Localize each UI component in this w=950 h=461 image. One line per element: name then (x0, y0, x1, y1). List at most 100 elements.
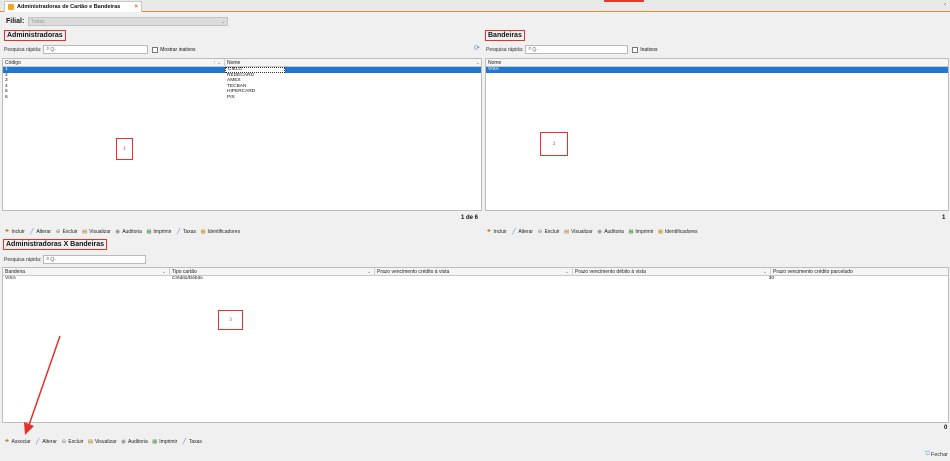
close-button-label: Fechar (930, 451, 948, 458)
visualizar-button[interactable]: ▤ Visualizar (87, 438, 117, 445)
admin-inactive-label: Mostrar inativos (160, 46, 196, 53)
chevron-down-icon: ⌄ (161, 269, 166, 275)
bandeiras-rows: VISA (486, 67, 948, 73)
chevron-left-icon[interactable]: ‹ (944, 2, 946, 8)
admin-toolbar: 🞧 Incluir ╱ Alterar ⊖ Excluir ▤ Visualizar ◉ Audi… (4, 227, 244, 236)
search-icon: ⌕ (528, 46, 532, 52)
chevron-down-icon: ⌄ (366, 269, 371, 275)
toolbar-button-label: Taxas (188, 438, 202, 445)
ab-col-bandeira[interactable]: Bandeira ⌄ (3, 268, 170, 276)
cell-nome: PIX (227, 94, 235, 100)
identificadores-button[interactable]: ▦ Identificadores (657, 228, 698, 235)
chevron-down-icon: ⌄ (475, 60, 480, 66)
close-icon[interactable]: × (134, 4, 138, 10)
delete-icon: ⊖ (55, 228, 61, 235)
toolbar-button-label: Associar (11, 438, 31, 445)
associar-button[interactable]: 🞧 Associar (4, 438, 31, 445)
bandeiras-search-label: Pesquisa rápida: (486, 46, 524, 53)
taxas-button[interactable]: ╱ Taxas (175, 229, 196, 235)
toolbar-button-label: Excluir (544, 228, 560, 235)
bandeiras-search-input[interactable]: ⌕ Q- (525, 45, 629, 54)
auditoria-button[interactable]: ◉ Auditoria (121, 439, 148, 445)
toolbar-button-label: Alterar (36, 228, 52, 235)
bandeiras-search-placeholder: Q- (532, 46, 538, 53)
chevron-down-icon: ⌄ (762, 269, 767, 275)
toolbar-button-label: Visualizar (571, 228, 593, 235)
chevron-down-icon: ⌄ (564, 269, 569, 275)
print-icon: ▦ (146, 228, 152, 235)
admin-inactive-checkbox[interactable]: Mostrar inativos (152, 46, 196, 53)
table-row[interactable]: VISA (486, 67, 948, 73)
bandeiras-col-nome[interactable]: Nome (486, 59, 948, 67)
bandeiras-inactive-checkbox[interactable]: Inativos (632, 46, 657, 53)
admin-section-title: Administradoras (4, 30, 66, 41)
sort-icon: ↑ ⌄ (212, 60, 221, 66)
refresh-icon[interactable]: ⟳ (474, 44, 480, 52)
excluir-button[interactable]: ⊖ Excluir (61, 439, 84, 445)
toolbar-button-label: Alterar (42, 438, 57, 445)
bandeiras-toolbar: 🞧 Incluir ╱ Alterar ⊖ Excluir ▤ Visualizar ◉ Audi… (486, 227, 702, 236)
audit-icon: ◉ (121, 438, 126, 445)
alterar-button[interactable]: ╱ Alterar (29, 229, 51, 235)
search-icon: ⌕ (46, 46, 50, 52)
ab-col-parcelado[interactable]: Prazo vencimento crédito parcelado (771, 268, 948, 276)
admin-col-nome[interactable]: Nome ⌄ (225, 59, 481, 67)
excluir-button[interactable]: ⊖ Excluir (537, 229, 560, 235)
delete-icon: ⊖ (61, 438, 67, 445)
incluir-button[interactable]: 🞧 Incluir (4, 228, 25, 235)
toolbar-button-label: Auditoria (604, 228, 624, 235)
cell-debito: 30 (768, 276, 774, 281)
imprimir-button[interactable]: ▦ Imprimir (146, 228, 171, 235)
edit-icon: ╱ (36, 438, 40, 445)
visualizar-button[interactable]: ▤ Visualizar (564, 229, 593, 235)
table-row[interactable]: 6 PIX (3, 95, 481, 101)
imprimir-button[interactable]: ▦ Imprimir (152, 438, 177, 445)
toolbar-button-label: Visualizar (94, 438, 117, 445)
toolbar-button-label: Auditoria (122, 228, 142, 235)
edit-icon: ╱ (30, 228, 34, 235)
id-icon: ▦ (657, 228, 664, 235)
admin-search-row: Pesquisa rápida: ⌕ Q- Mostrar inativos (4, 45, 196, 54)
imprimir-button[interactable]: ▦ Imprimir (628, 229, 653, 235)
incluir-button[interactable]: 🞧 Incluir (486, 228, 507, 235)
bandeiras-section-title: Bandeiras (485, 30, 525, 41)
ab-col-debito[interactable]: Prazo vencimento débito à vista ⌄ (573, 268, 771, 276)
cell-nome: VISA (488, 67, 499, 72)
tab-administradoras[interactable]: Administradoras de Cartão e Bandeiras × (4, 1, 142, 12)
filial-row: Filial: Todas ⌄ (6, 17, 229, 26)
visualizar-button[interactable]: ▤ Visualizar (82, 229, 111, 235)
toolbar-button-label: Auditoria (128, 438, 148, 445)
admin-bandeiras-search-input[interactable]: ⌕ Q- (43, 255, 147, 264)
admin-col-codigo[interactable]: Código ↑ ⌄ (3, 59, 225, 67)
admin-bandeiras-rows: VISA Crédito/Débito 30 1 (3, 276, 948, 282)
admin-bandeiras-search-placeholder: Q- (50, 256, 56, 263)
ab-col-credito[interactable]: Prazo vencimento crédito à vista ⌄ (375, 268, 573, 276)
admin-search-label: Pesquisa rápida: (4, 46, 42, 53)
audit-icon: ◉ (597, 228, 603, 235)
window-icon (8, 4, 14, 10)
print-icon: ▦ (152, 438, 158, 445)
edit-icon: ╱ (512, 228, 516, 235)
excluir-button[interactable]: ⊖ Excluir (55, 229, 78, 235)
bandeiras-pager: 1 (942, 215, 946, 221)
fee-icon: ╱ (182, 438, 186, 445)
admin-bandeiras-grid[interactable]: Bandeira ⌄ Tipo cartão ⌄ Prazo venciment… (2, 267, 949, 423)
view-icon: ▤ (81, 228, 88, 235)
exit-icon: ⎋ (925, 451, 930, 457)
filial-select[interactable]: Todas ⌄ (28, 17, 229, 26)
annotation-marker-1: 1 (116, 138, 133, 160)
table-row[interactable]: VISA Crédito/Débito 30 1 (3, 276, 948, 282)
annotation-marker-3: 3 (218, 310, 243, 330)
close-button[interactable]: ⎋ Fechar (925, 451, 948, 458)
admin-grid[interactable]: Código ↑ ⌄ Nome ⌄ 1 CIELO 2 REDECARD 3 AMEX 4 T… (2, 58, 482, 211)
id-icon: ▦ (200, 228, 206, 235)
auditoria-button[interactable]: ◉ Auditoria (115, 229, 142, 235)
alterar-button[interactable]: ╱ Alterar (511, 229, 533, 235)
auditoria-button[interactable]: ◉ Auditoria (597, 229, 624, 235)
annotation-marker-2: 2 (540, 132, 568, 156)
ab-col-tipo[interactable]: Tipo cartão ⌄ (170, 268, 375, 276)
identificadores-button[interactable]: ▦ Identificadores (200, 229, 240, 235)
admin-search-input[interactable]: ⌕ Q- (43, 45, 149, 54)
taxas-button[interactable]: ╱ Taxas (181, 439, 202, 445)
alterar-button[interactable]: ╱ Alterar (35, 439, 57, 445)
